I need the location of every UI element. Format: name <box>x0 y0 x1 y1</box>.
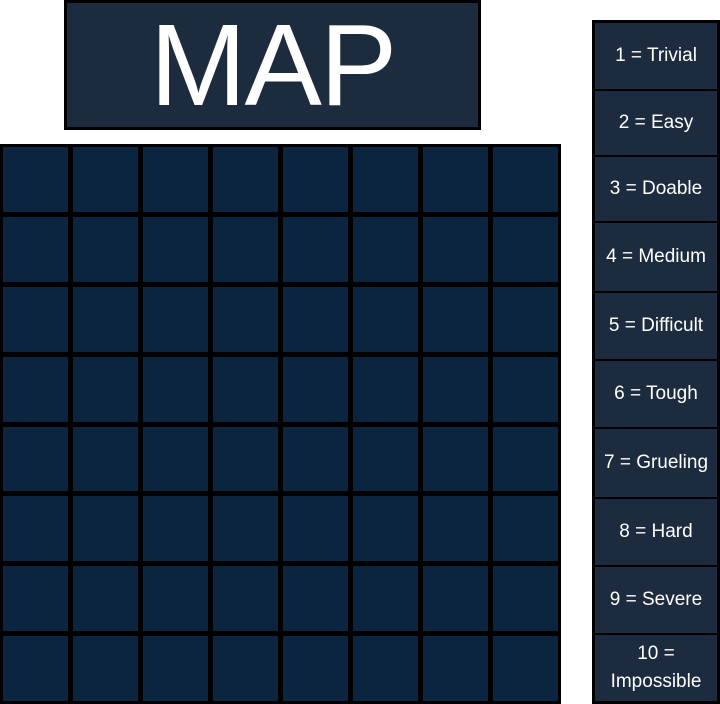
map-cell-r4-c2[interactable] <box>73 356 138 422</box>
map-cell-r8-c4[interactable] <box>213 636 278 701</box>
map-cell-r2-c8[interactable] <box>493 216 558 282</box>
map-cell-r4-c1[interactable] <box>3 356 68 422</box>
map-cell-r6-c5[interactable] <box>283 496 348 562</box>
map-cell-r2-c4[interactable] <box>213 216 278 282</box>
legend-item-4: 4 = Medium <box>595 223 717 291</box>
map-cell-r6-c3[interactable] <box>143 496 208 562</box>
legend-item-7: 7 = Grueling <box>595 429 717 497</box>
map-cell-r5-c5[interactable] <box>283 426 348 492</box>
map-grid <box>0 144 561 704</box>
map-cell-r1-c5[interactable] <box>283 147 348 212</box>
legend-item-6: 6 = Tough <box>595 361 717 427</box>
map-cell-r7-c4[interactable] <box>213 566 278 632</box>
map-cell-r7-c2[interactable] <box>73 566 138 632</box>
map-cell-r3-c7[interactable] <box>423 286 488 352</box>
map-cell-r3-c1[interactable] <box>3 286 68 352</box>
map-cell-r2-c6[interactable] <box>353 216 418 282</box>
legend-item-5: 5 = Difficult <box>595 293 717 359</box>
map-cell-r3-c8[interactable] <box>493 286 558 352</box>
map-cell-r5-c1[interactable] <box>3 426 68 492</box>
map-cell-r1-c3[interactable] <box>143 147 208 212</box>
map-cell-r7-c3[interactable] <box>143 566 208 632</box>
map-cell-r8-c3[interactable] <box>143 636 208 701</box>
map-cell-r2-c2[interactable] <box>73 216 138 282</box>
map-cell-r8-c6[interactable] <box>353 636 418 701</box>
map-cell-r5-c8[interactable] <box>493 426 558 492</box>
map-cell-r2-c1[interactable] <box>3 216 68 282</box>
map-cell-r4-c4[interactable] <box>213 356 278 422</box>
map-cell-r8-c2[interactable] <box>73 636 138 701</box>
legend-item-8: 8 = Hard <box>595 499 717 565</box>
map-cell-r1-c2[interactable] <box>73 147 138 212</box>
map-cell-r1-c7[interactable] <box>423 147 488 212</box>
map-cell-r6-c8[interactable] <box>493 496 558 562</box>
map-cell-r1-c8[interactable] <box>493 147 558 212</box>
map-cell-r2-c3[interactable] <box>143 216 208 282</box>
legend-item-1: 1 = Trivial <box>595 23 717 89</box>
map-cell-r4-c5[interactable] <box>283 356 348 422</box>
map-cell-r5-c6[interactable] <box>353 426 418 492</box>
map-cell-r2-c7[interactable] <box>423 216 488 282</box>
difficulty-legend: 1 = Trivial 2 = Easy 3 = Doable 4 = Medi… <box>592 20 720 704</box>
map-cell-r7-c7[interactable] <box>423 566 488 632</box>
map-cell-r1-c6[interactable] <box>353 147 418 212</box>
legend-item-9: 9 = Severe <box>595 567 717 633</box>
map-cell-r3-c2[interactable] <box>73 286 138 352</box>
map-cell-r2-c5[interactable] <box>283 216 348 282</box>
map-cell-r5-c7[interactable] <box>423 426 488 492</box>
map-cell-r6-c6[interactable] <box>353 496 418 562</box>
map-cell-r5-c3[interactable] <box>143 426 208 492</box>
map-cell-r8-c7[interactable] <box>423 636 488 701</box>
map-cell-r3-c3[interactable] <box>143 286 208 352</box>
map-cell-r7-c5[interactable] <box>283 566 348 632</box>
map-title: MAP <box>149 0 397 130</box>
map-cell-r7-c1[interactable] <box>3 566 68 632</box>
map-cell-r1-c4[interactable] <box>213 147 278 212</box>
legend-item-2: 2 = Easy <box>595 91 717 155</box>
legend-item-10: 10 = Impossible <box>595 635 717 701</box>
map-cell-r7-c8[interactable] <box>493 566 558 632</box>
map-cell-r8-c5[interactable] <box>283 636 348 701</box>
map-cell-r5-c4[interactable] <box>213 426 278 492</box>
map-cell-r8-c1[interactable] <box>3 636 68 701</box>
map-cell-r3-c6[interactable] <box>353 286 418 352</box>
map-cell-r8-c8[interactable] <box>493 636 558 701</box>
map-cell-r6-c2[interactable] <box>73 496 138 562</box>
map-cell-r4-c8[interactable] <box>493 356 558 422</box>
legend-item-3: 3 = Doable <box>595 157 717 221</box>
map-cell-r6-c7[interactable] <box>423 496 488 562</box>
map-cell-r6-c4[interactable] <box>213 496 278 562</box>
map-title-panel: MAP <box>64 0 481 130</box>
map-cell-r3-c4[interactable] <box>213 286 278 352</box>
map-cell-r4-c7[interactable] <box>423 356 488 422</box>
map-cell-r6-c1[interactable] <box>3 496 68 562</box>
map-cell-r4-c6[interactable] <box>353 356 418 422</box>
map-cell-r4-c3[interactable] <box>143 356 208 422</box>
map-cell-r7-c6[interactable] <box>353 566 418 632</box>
map-cell-r3-c5[interactable] <box>283 286 348 352</box>
map-cell-r5-c2[interactable] <box>73 426 138 492</box>
map-cell-r1-c1[interactable] <box>3 147 68 212</box>
